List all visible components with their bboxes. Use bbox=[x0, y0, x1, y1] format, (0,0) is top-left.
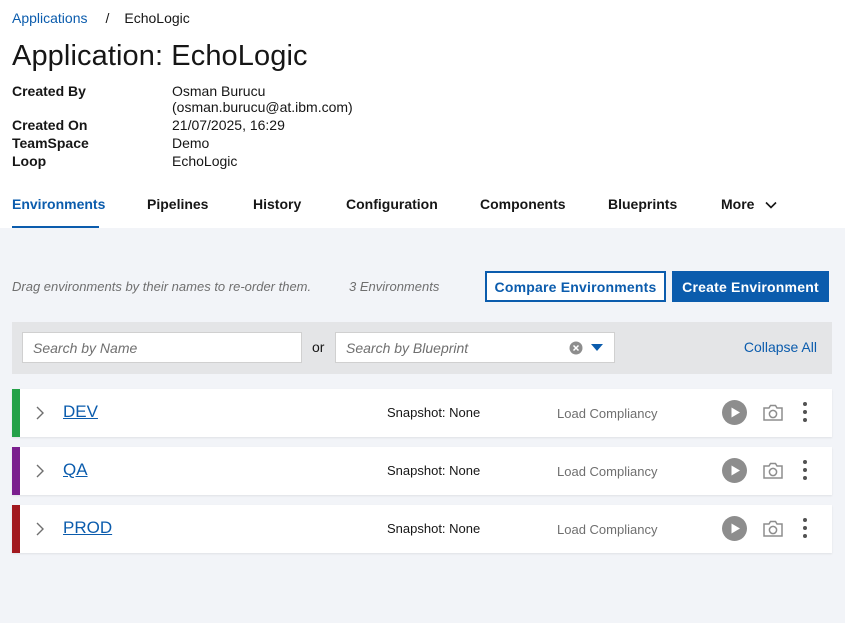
environment-name-link[interactable]: QA bbox=[63, 460, 88, 480]
chevron-right-icon[interactable] bbox=[34, 405, 46, 421]
tab-pipelines[interactable]: Pipelines bbox=[147, 188, 208, 228]
clear-icon[interactable] bbox=[569, 341, 583, 355]
teamspace-label: TeamSpace bbox=[12, 135, 89, 151]
chevron-right-icon[interactable] bbox=[34, 521, 46, 537]
camera-icon[interactable] bbox=[762, 403, 784, 422]
tab-environments[interactable]: Environments bbox=[12, 188, 105, 228]
chevron-right-icon[interactable] bbox=[34, 463, 46, 479]
environment-name-link[interactable]: PROD bbox=[63, 518, 112, 538]
tab-history[interactable]: History bbox=[253, 188, 301, 228]
or-label: or bbox=[312, 339, 325, 355]
breadcrumb-separator: / bbox=[105, 10, 110, 26]
created-by-name: Osman Burucu bbox=[172, 83, 266, 99]
load-compliancy-link[interactable]: Load Compliancy bbox=[557, 406, 657, 421]
teamspace-value: Demo bbox=[172, 135, 210, 151]
environment-snapshot: Snapshot: None bbox=[387, 463, 481, 478]
play-icon[interactable] bbox=[722, 516, 747, 541]
environment-color-stripe bbox=[12, 389, 20, 437]
header-area: Applications / EchoLogic Application: Ec… bbox=[0, 0, 845, 228]
tab-bar: Environments Pipelines History Configura… bbox=[0, 188, 845, 228]
tab-blueprints[interactable]: Blueprints bbox=[608, 188, 677, 228]
environment-color-stripe bbox=[12, 505, 20, 553]
reorder-hint: Drag environments by their names to re-o… bbox=[12, 279, 312, 294]
load-compliancy-link[interactable]: Load Compliancy bbox=[557, 522, 657, 537]
breadcrumb-current: EchoLogic bbox=[124, 10, 190, 26]
environment-count: 3 Environments bbox=[349, 279, 440, 294]
tab-configuration[interactable]: Configuration bbox=[346, 188, 438, 228]
environment-row: QA Snapshot: None Load Compliancy bbox=[12, 447, 832, 495]
chevron-down-icon bbox=[765, 201, 778, 209]
breadcrumb-applications-link[interactable]: Applications bbox=[12, 10, 88, 26]
environment-row: PROD Snapshot: None Load Compliancy bbox=[12, 505, 832, 553]
load-compliancy-link[interactable]: Load Compliancy bbox=[557, 464, 657, 479]
camera-icon[interactable] bbox=[762, 519, 784, 538]
search-by-blueprint-select[interactable]: Search by Blueprint bbox=[335, 332, 615, 363]
filter-bar: Search by Name or Search by Blueprint Co… bbox=[12, 322, 832, 374]
created-by-label: Created By bbox=[12, 83, 86, 99]
overflow-menu-icon[interactable] bbox=[802, 401, 808, 423]
caret-down-icon[interactable] bbox=[591, 344, 603, 352]
camera-icon[interactable] bbox=[762, 461, 784, 480]
tab-components[interactable]: Components bbox=[480, 188, 566, 228]
tab-more-label: More bbox=[721, 196, 755, 212]
blueprint-placeholder: Search by Blueprint bbox=[346, 339, 469, 356]
environment-color-stripe bbox=[12, 447, 20, 495]
collapse-all-link[interactable]: Collapse All bbox=[744, 339, 817, 355]
overflow-menu-icon[interactable] bbox=[802, 517, 808, 539]
search-by-name-input[interactable]: Search by Name bbox=[22, 332, 302, 363]
play-icon[interactable] bbox=[722, 400, 747, 425]
environment-name-link[interactable]: DEV bbox=[63, 402, 98, 422]
create-environment-button[interactable]: Create Environment bbox=[672, 271, 829, 302]
tab-more[interactable]: More bbox=[721, 188, 778, 228]
loop-value: EchoLogic bbox=[172, 153, 238, 169]
play-icon[interactable] bbox=[722, 458, 747, 483]
loop-label: Loop bbox=[12, 153, 47, 169]
environment-snapshot: Snapshot: None bbox=[387, 521, 481, 536]
compare-environments-button[interactable]: Compare Environments bbox=[485, 271, 666, 302]
environment-row: DEV Snapshot: None Load Compliancy bbox=[12, 389, 832, 437]
environments-panel: Drag environments by their names to re-o… bbox=[0, 228, 845, 623]
page-title: Application: EchoLogic bbox=[12, 40, 308, 72]
created-on-value: 21/07/2025, 16:29 bbox=[172, 117, 285, 133]
created-on-label: Created On bbox=[12, 117, 88, 133]
overflow-menu-icon[interactable] bbox=[802, 459, 808, 481]
breadcrumb: Applications / EchoLogic bbox=[12, 10, 190, 26]
created-by-email: (osman.burucu@at.ibm.com) bbox=[172, 99, 353, 115]
environment-snapshot: Snapshot: None bbox=[387, 405, 481, 420]
